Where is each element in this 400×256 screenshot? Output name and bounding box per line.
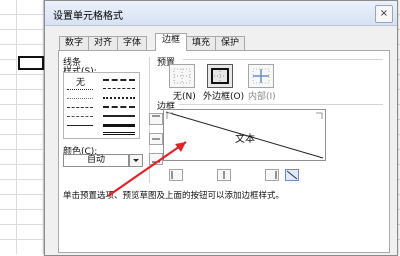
border-bottom-icon [152,161,160,163]
chevron-down-icon [133,159,139,162]
line-style-list[interactable]: 无 [63,72,140,139]
preset-none-icon [173,68,191,84]
line-style-option[interactable] [103,106,135,108]
color-dropdown-button[interactable] [129,154,143,167]
close-button[interactable]: × [375,5,393,23]
border-left-icon [171,171,173,179]
border-center-icon [223,171,225,179]
preset-outline-button[interactable] [207,64,233,88]
line-style-option[interactable] [103,79,135,81]
column-gridline [16,0,17,254]
border-left-button[interactable] [169,169,183,181]
preset-none-label: 无(N) [173,92,196,102]
line-style-option[interactable] [67,98,93,99]
line-style-option[interactable] [67,116,93,117]
tab-alignment[interactable]: 对齐 [88,36,118,50]
tab-font[interactable]: 字体 [117,36,147,50]
line-style-option[interactable] [103,97,135,99]
border-preview[interactable]: 文本 [163,109,326,161]
tab-border[interactable]: 边框 [155,33,187,51]
preset-inside-label: 内部(I) [248,92,276,102]
line-style-option[interactable] [103,132,135,135]
border-top-icon [152,115,160,117]
border-center-button[interactable] [217,169,231,181]
preset-outline-label: 外边框(O) [203,92,245,102]
line-style-option[interactable] [67,125,93,126]
preset-divider [183,59,383,60]
selected-cell[interactable] [18,56,44,70]
preset-none-button[interactable] [169,64,195,88]
line-style-option[interactable] [67,89,93,90]
line-style-none[interactable]: 无 [76,75,85,88]
border-divider [179,104,383,105]
line-style-option[interactable] [103,88,135,89]
preset-outline-icon [211,68,229,84]
tab-fill[interactable]: 填充 [186,36,216,50]
hint-text: 单击预置选项、预览草图及上面的按钮可以添加边框样式。 [63,191,285,201]
tab-protection[interactable]: 保护 [215,36,245,50]
tab-number[interactable]: 数字 [59,36,89,50]
dialog-title: 设置单元格格式 [53,11,123,22]
line-style-option[interactable] [103,124,135,127]
preview-text: 文本 [235,134,255,145]
border-diagonal-icon [286,170,298,180]
dialog-titlebar: 设置单元格格式 × [45,1,397,26]
border-bottom-button[interactable] [149,153,163,165]
border-right-icon [275,171,277,179]
border-top-button[interactable] [149,113,163,125]
border-diagonal-button[interactable] [285,169,299,181]
line-style-option[interactable] [103,115,135,117]
preset-inside-button[interactable] [248,64,274,88]
border-right-button[interactable] [265,169,279,181]
format-cells-dialog: 设置单元格格式 × 数字 对齐 字体 边框 填充 保护 线条 样式(S): 无 … [44,0,398,256]
line-style-option[interactable] [67,107,93,108]
preset-inside-icon [252,68,270,84]
color-select[interactable]: 自动 [63,154,129,167]
border-middle-button[interactable] [149,133,163,145]
border-middle-icon [152,138,160,140]
